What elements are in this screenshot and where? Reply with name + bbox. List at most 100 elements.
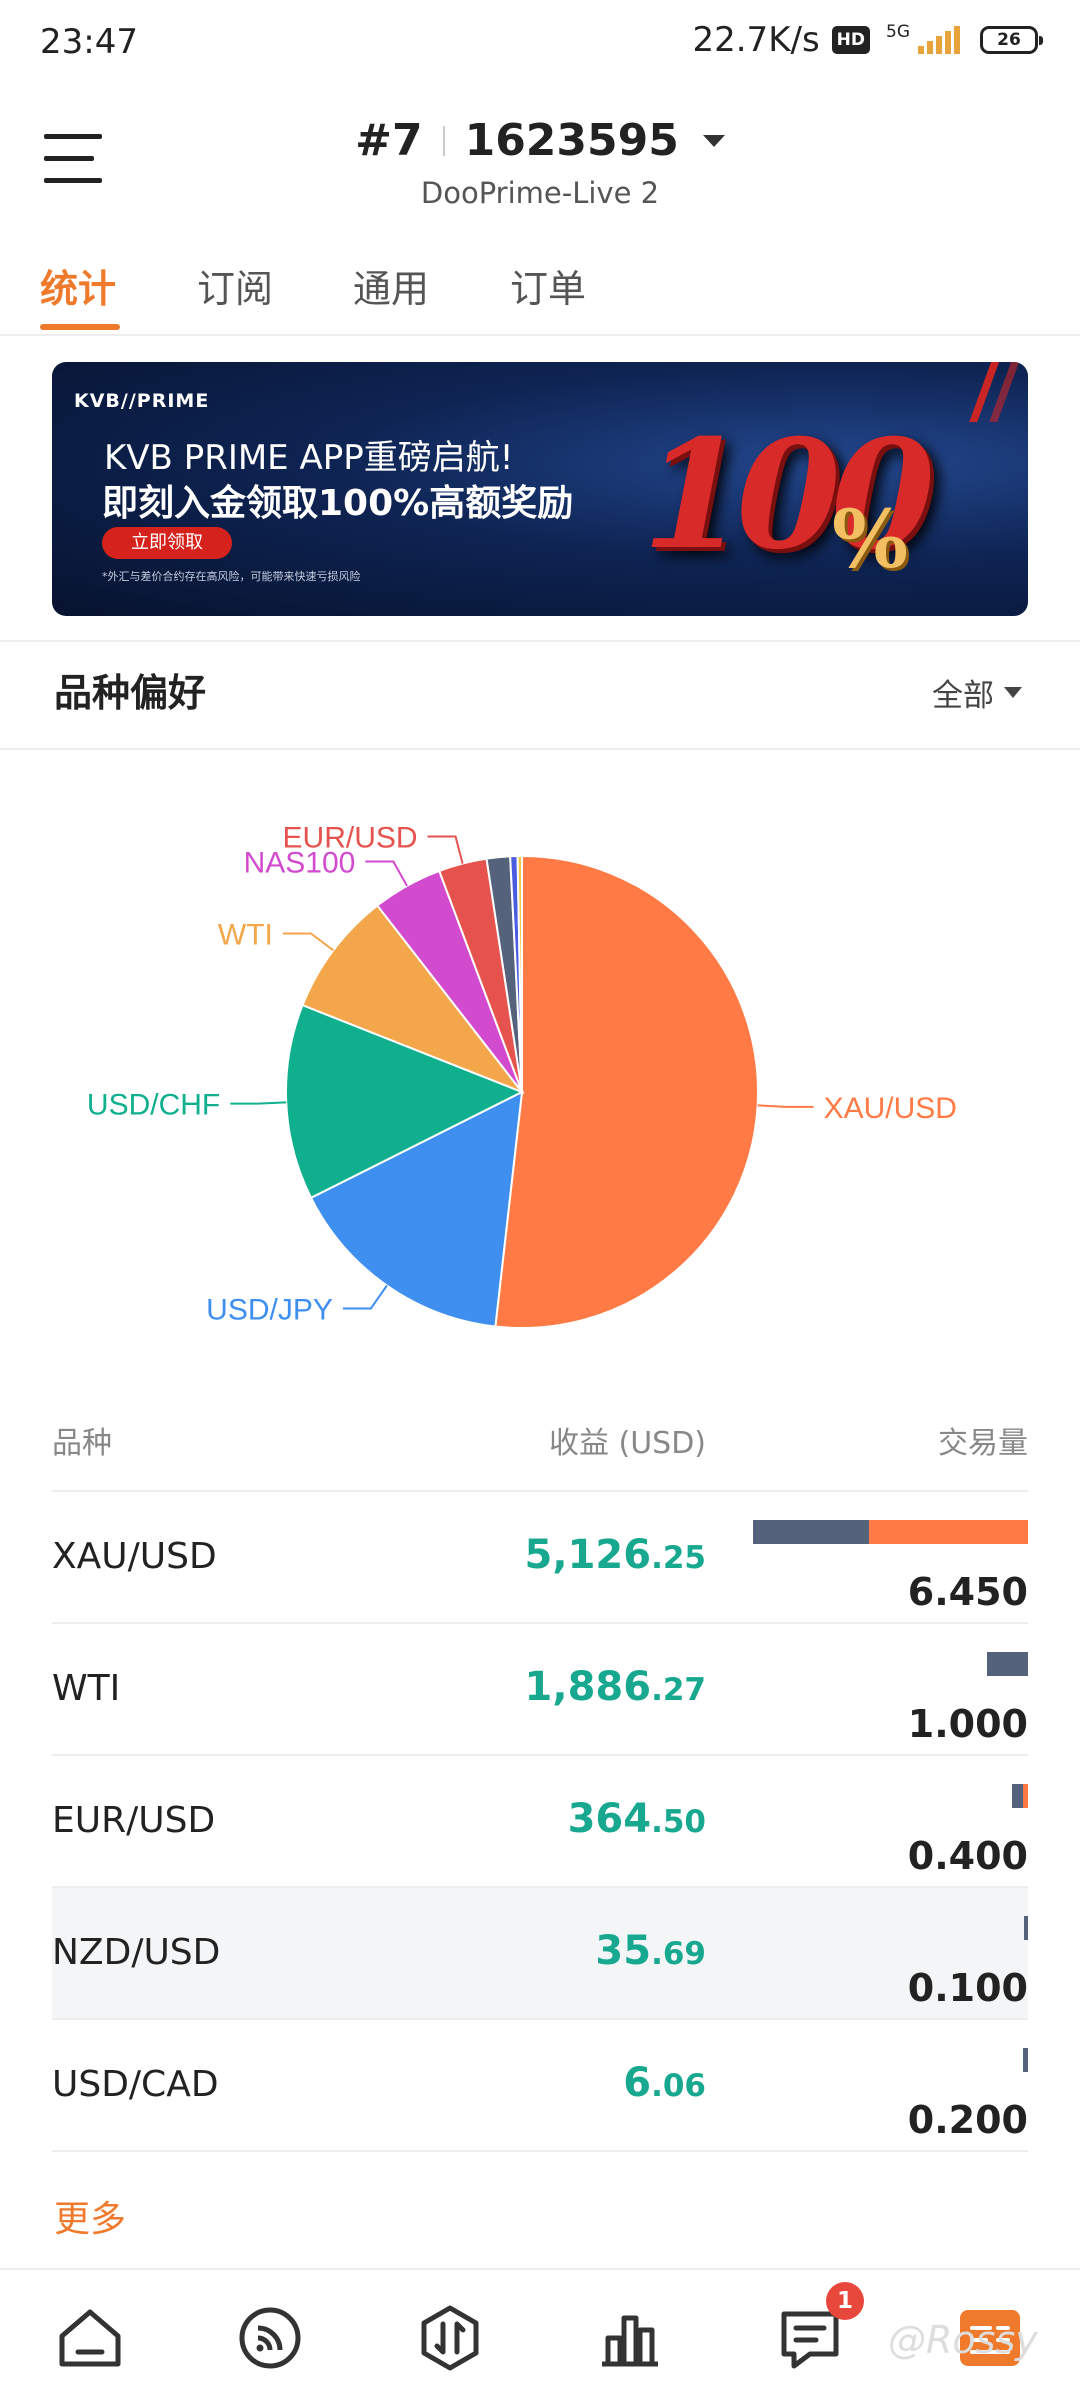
row-volume-bar [986,1652,1028,1676]
feed-icon[interactable] [230,2298,310,2378]
filter-dropdown[interactable]: 全部 [932,670,1022,715]
volume-bar-buy [753,1520,869,1544]
row-profit-int: 35 [595,1928,652,1974]
status-time: 23:47 [40,22,138,62]
row-profit: 6.06 [623,2060,706,2106]
account-server: DooPrime-Live 2 [420,176,660,210]
pie-label: WTI [218,918,273,951]
account-number: 1623595 [464,115,679,166]
pie-label: XAU/USD [824,1092,957,1125]
tab-bar: 统计 订阅 通用 订单 [0,250,1080,336]
pie-leader-line [342,1284,388,1310]
account-prefix: #7 [355,115,423,166]
tab-statistics[interactable]: 统计 [40,258,116,313]
table-header: 品种 收益 (USD) 交易量 [52,1418,1028,1478]
volume-bar-sell [1022,1784,1028,1808]
row-volume: 6.450 [907,1570,1028,1614]
banner-cta-button[interactable]: 立即领取 [102,527,232,559]
header-volume: 交易量 [938,1426,1028,1461]
net-speed: 22.7K/s [692,20,820,60]
row-profit-int: 1,886 [524,1664,652,1710]
pie-leader-line [365,860,408,887]
more-link[interactable]: 更多 [54,2190,126,2242]
row-volume-bar [1023,1916,1028,1940]
message-icon[interactable]: 1 [770,2282,864,2378]
pie-label: USD/CHF [87,1089,220,1122]
tab-general[interactable]: 通用 [353,258,429,313]
row-volume-bar [753,1520,1028,1544]
pie-leader-line [282,932,334,952]
row-symbol: NZD/USD [52,1932,221,1973]
row-volume: 0.200 [907,2098,1028,2142]
pie-label: USD/JPY [206,1293,333,1326]
row-profit: 35.69 [595,1928,706,1974]
row-symbol: EUR/USD [52,1800,216,1841]
hd-icon: HD [831,26,870,54]
tab-orders[interactable]: 订单 [510,258,586,313]
row-profit-int: 364 [567,1796,652,1842]
banner-disclaimer: *外汇与差价合约存在高风险，可能带来快速亏损风险 [102,570,361,583]
row-profit-int: 6 [623,2060,652,2106]
row-profit-dec: .25 [651,1540,706,1576]
row-volume: 0.100 [907,1966,1028,2010]
pie-label: EUR/USD [283,822,418,855]
chart-icon[interactable] [590,2298,670,2378]
row-volume: 0.400 [907,1834,1028,1878]
table-row[interactable]: XAU/USD 5,126.25 6.450 [52,1492,1028,1624]
pie-leader-line [230,1101,287,1105]
row-profit-dec: .27 [651,1672,706,1708]
row-symbol: USD/CAD [52,2064,219,2105]
status-right: 22.7K/s HD 5G 26 [692,20,1043,60]
row-profit: 1,886.27 [525,1664,706,1710]
row-symbol: XAU/USD [52,1536,217,1577]
row-profit: 5,126.25 [525,1532,706,1578]
battery-icon: 26 [980,26,1043,54]
banner-headline: KVB PRIME APP重磅启航! [104,438,514,478]
pie-leader-line [427,835,464,864]
banner-percent: % [832,492,909,586]
signal-icon [918,26,960,54]
row-profit-int: 5,126 [524,1532,652,1578]
header-profit: 收益 (USD) [548,1426,706,1461]
banner-subheadline: 即刻入金领取100%高额奖励 [102,483,574,524]
tab-subscribe[interactable]: 订阅 [197,258,273,313]
pie-slice-xauusd[interactable] [494,854,760,1329]
chevron-down-icon [702,134,725,147]
promo-banner[interactable]: KVB//PRIME KVB PRIME APP重磅启航! 即刻入金领取100%… [52,362,1028,616]
symbol-pie-chart: XAU/USDUSD/JPYUSD/CHFWTINAS100EUR/USD [87,822,957,1329]
header-symbol: 品种 [52,1426,112,1461]
table-row[interactable]: WTI 1,886.27 1.000 [52,1624,1028,1756]
row-profit: 364.50 [568,1796,706,1842]
row-profit-dec: .06 [651,2068,706,2104]
volume-bar-sell [868,1520,1028,1544]
section-title: 品种偏好 [54,671,207,715]
volume-bar-buy [1023,1916,1028,1940]
network-type: 5G [886,22,910,42]
account-selector[interactable]: #7 1623595 DooPrime-Live 2 [0,115,1080,210]
message-badge: 1 [826,2282,864,2320]
row-symbol: WTI [52,1668,121,1709]
watermark: @Rossy [888,2318,1038,2362]
volume-bar-buy [986,1652,1028,1676]
table-row[interactable]: NZD/USD 35.69 0.100 [52,1888,1028,2020]
volume-bar-buy [1022,2048,1028,2072]
banner-logo: KVB//PRIME [74,390,210,412]
account-separator [442,125,445,156]
row-volume-bar [1022,2048,1028,2072]
divider [0,640,1080,642]
row-volume-bar [1011,1784,1028,1808]
row-profit-dec: .50 [651,1804,706,1840]
row-profit-dec: .69 [651,1936,706,1972]
row-volume: 1.000 [907,1702,1028,1746]
home-icon[interactable] [50,2298,130,2378]
pie-leader-line [757,1104,814,1108]
filter-label: 全部 [932,678,994,714]
trade-icon[interactable] [410,2298,490,2378]
table-row[interactable]: EUR/USD 364.50 0.400 [52,1756,1028,1888]
divider [0,748,1080,750]
status-bar: 23:47 22.7K/s HD 5G 26 [0,0,1080,90]
volume-bar-buy [1011,1784,1023,1808]
tab-active-indicator [40,324,120,330]
chevron-down-icon [1004,687,1022,698]
table-row[interactable]: USD/CAD 6.06 0.200 [52,2020,1028,2152]
